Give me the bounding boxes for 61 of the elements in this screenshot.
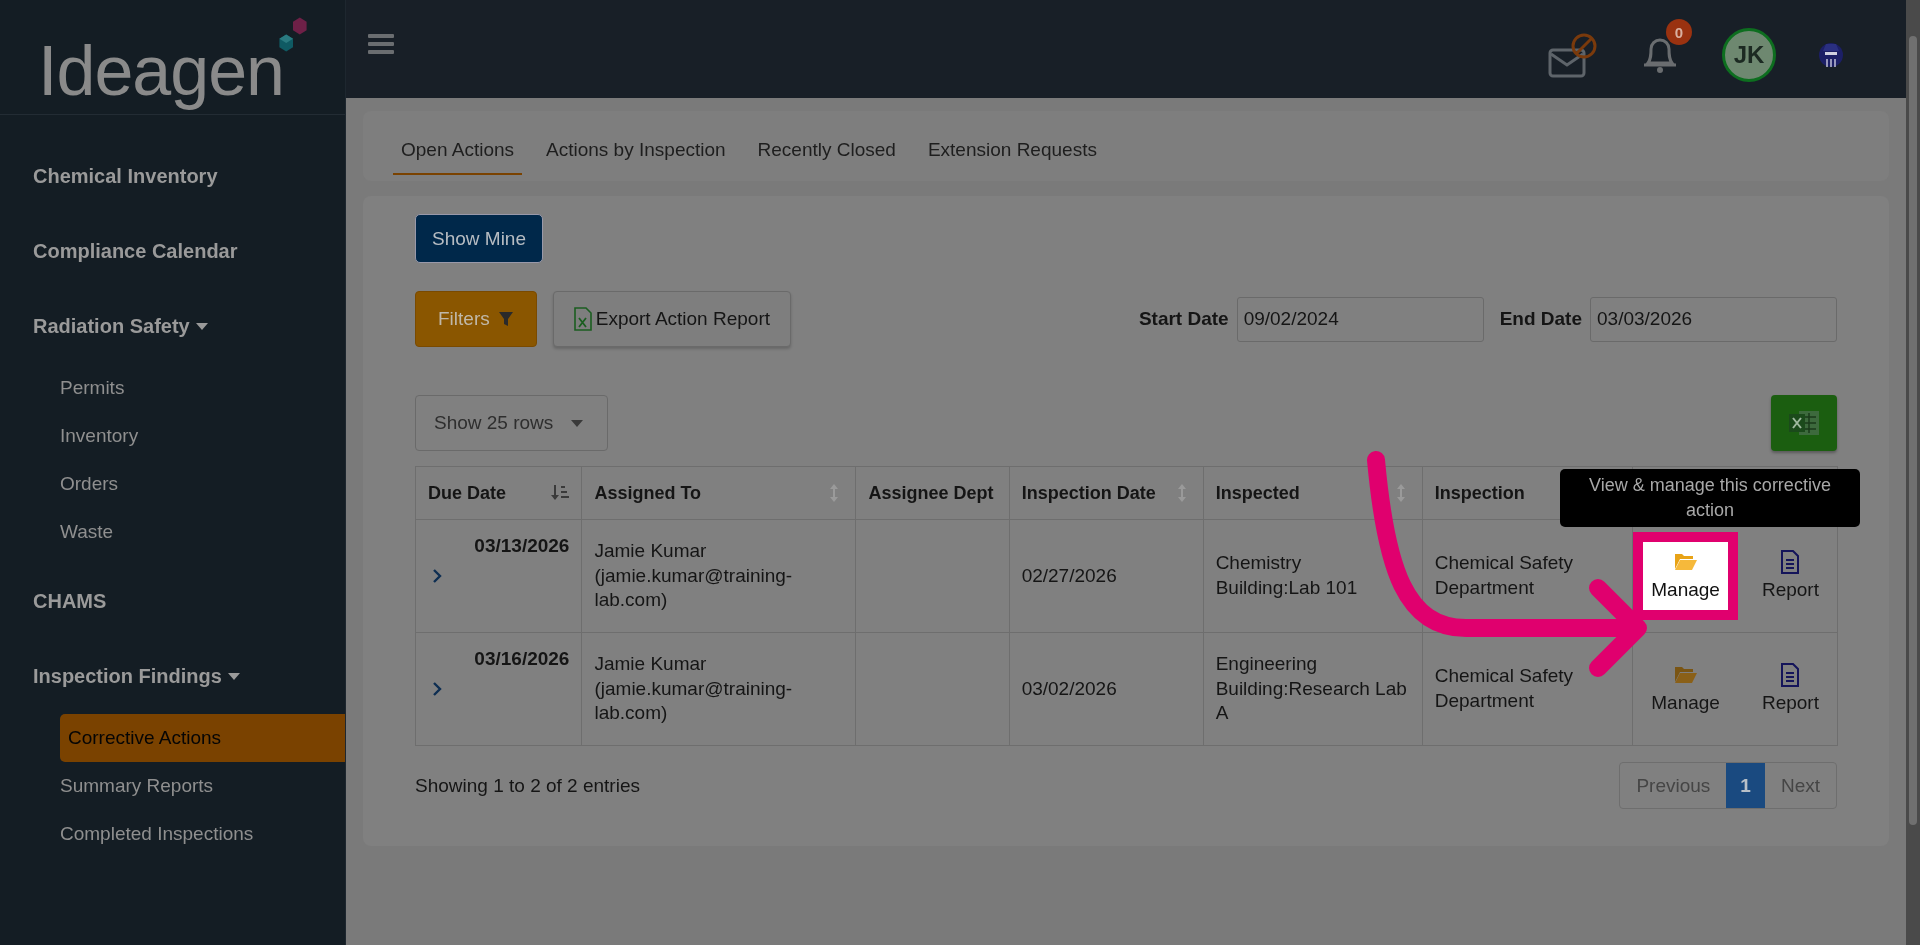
- table-cell: Chemistry Building:Lab 101: [1215, 552, 1358, 598]
- sidebar-subitem[interactable]: Permits: [60, 364, 345, 412]
- expand-chevron-icon[interactable]: [432, 568, 442, 584]
- table-cell: Chemical Safety Department: [1434, 552, 1574, 598]
- start-date-field[interactable]: 09/02/2024: [1236, 296, 1484, 342]
- previous-button[interactable]: Previous: [1620, 763, 1727, 808]
- menu-icon[interactable]: [368, 34, 394, 54]
- tab[interactable]: Open Actions: [393, 139, 523, 175]
- table-cell-text: 03/13/2026: [474, 534, 570, 558]
- manage-button[interactable]: Manage: [1633, 644, 1738, 734]
- sidebar-item[interactable]: CHAMS: [0, 576, 345, 626]
- entries-info: Showing 1 to 2 of 2 entries: [415, 774, 640, 797]
- caret-icon: [571, 419, 584, 427]
- column-header[interactable]: Inspection: [1434, 482, 1525, 504]
- tab[interactable]: Actions by Inspection: [538, 139, 734, 175]
- expand-chevron-icon[interactable]: [432, 681, 442, 697]
- report-button[interactable]: Report: [1743, 644, 1837, 734]
- tab[interactable]: Extension Requests: [919, 139, 1105, 175]
- sidebar-item[interactable]: Chemical Inventory: [0, 151, 345, 201]
- end-date-field[interactable]: 03/03/2026: [1590, 296, 1837, 342]
- excel-export-button[interactable]: [1771, 395, 1837, 451]
- filter-icon: [497, 311, 514, 327]
- page-button[interactable]: 1: [1726, 763, 1765, 808]
- notification-badge: 0: [1666, 19, 1692, 45]
- scrollbar-thumb[interactable]: [1909, 36, 1917, 825]
- tooltip: View & manage this corrective action: [1560, 469, 1860, 528]
- sidebar-subitem[interactable]: Corrective Actions: [60, 714, 345, 762]
- user-avatar[interactable]: JK: [1722, 28, 1776, 82]
- table-cell: 03/02/2026: [1021, 677, 1117, 699]
- table-cell: Jamie Kumar (jamie.kumar@training-lab.com): [594, 539, 793, 611]
- table-cell: Chemical Safety Department: [1434, 665, 1574, 711]
- mail-blocked-icon[interactable]: [1548, 32, 1598, 78]
- sidebar-subitem[interactable]: Inventory: [60, 412, 345, 460]
- column-header[interactable]: Due Date: [428, 482, 507, 504]
- sidebar-item[interactable]: Inspection Findings: [33, 664, 222, 688]
- sidebar-subitem[interactable]: Orders: [60, 460, 345, 508]
- tab[interactable]: Recently Closed: [749, 139, 904, 175]
- sidebar-subitem[interactable]: Completed Inspections: [60, 810, 345, 858]
- export-button[interactable]: Export Action Report: [552, 291, 791, 347]
- show-mine-button[interactable]: Show Mine: [415, 214, 543, 263]
- next-button[interactable]: Next: [1764, 763, 1836, 808]
- column-header[interactable]: Inspected: [1215, 482, 1300, 504]
- column-header[interactable]: Assigned To: [594, 482, 702, 504]
- manage-button[interactable]: Manage: [1633, 531, 1738, 621]
- table-cell: 02/27/2026: [1021, 564, 1117, 586]
- start-date-label: Start Date: [1138, 308, 1229, 330]
- rows-dropdown[interactable]: Show 25 rows: [415, 395, 608, 451]
- table-cell-text: 03/16/2026: [474, 647, 570, 671]
- filters-button[interactable]: Filters: [415, 291, 537, 347]
- spreadsheet-icon: [1787, 409, 1821, 437]
- sidebar-item[interactable]: Radiation Safety: [33, 314, 190, 338]
- sidebar-subitem[interactable]: Summary Reports: [60, 762, 345, 810]
- sidebar-subitem[interactable]: Waste: [60, 508, 345, 556]
- table-cell: Engineering Building:Research Lab A: [1215, 652, 1407, 724]
- end-date-label: End Date: [1499, 308, 1582, 330]
- agent-icon[interactable]: [1818, 40, 1844, 70]
- spreadsheet-icon: [573, 307, 592, 331]
- report-button[interactable]: Report: [1743, 531, 1837, 621]
- table-cell: Jamie Kumar (jamie.kumar@training-lab.com): [594, 652, 793, 724]
- sort-descending-icon[interactable]: [551, 484, 570, 502]
- sidebar-item[interactable]: Compliance Calendar: [0, 226, 345, 276]
